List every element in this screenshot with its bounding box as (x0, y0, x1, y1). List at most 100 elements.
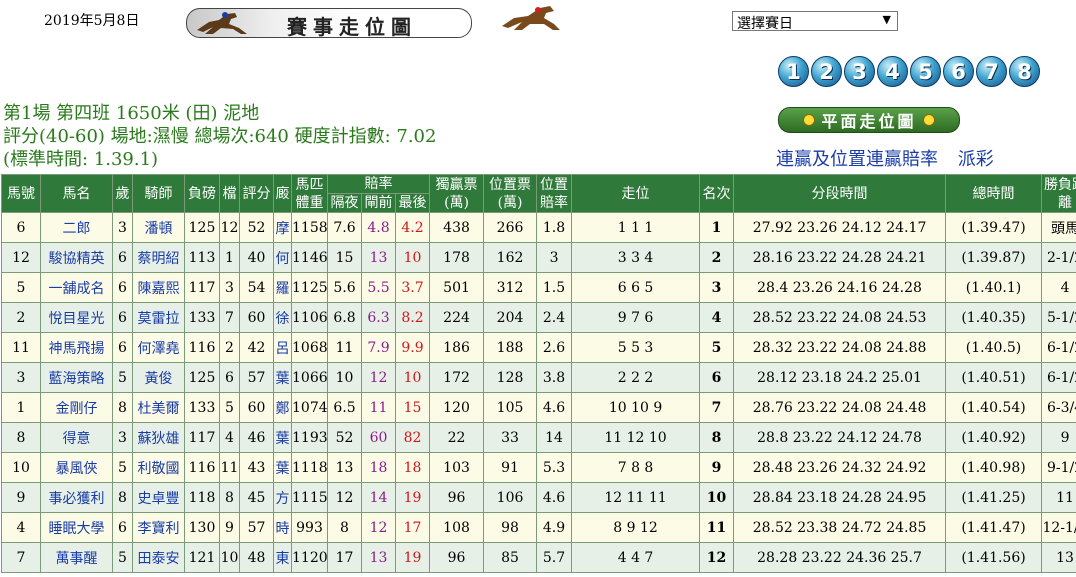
jockey-name-cell[interactable]: 潘頓 (132, 212, 185, 243)
flat-running-map-button[interactable]: 平面走位圖 (778, 107, 960, 133)
trainer-cell[interactable]: 鄭 (273, 392, 292, 423)
jockey-name-cell[interactable]: 何澤堯 (132, 332, 185, 363)
horse-name-cell[interactable]: 萬事醒 (40, 542, 113, 573)
place-pool-cell: 188 (483, 332, 538, 363)
trainer-cell[interactable]: 東 (273, 542, 292, 573)
draw-cell: 12 (219, 212, 240, 243)
win-pool-cell: 178 (429, 242, 485, 273)
trainer-cell[interactable]: 徐 (273, 302, 292, 333)
table-row: 1 金剛仔 8 杜美爾 133 5 60 鄭 1074 6.5 11 15 120 105 4.6 10 10… (1, 392, 1076, 423)
horse-name-cell[interactable]: 悅目星光 (40, 302, 113, 333)
race-5-button[interactable]: 5 (910, 56, 941, 87)
draw-cell: 2 (219, 332, 240, 363)
col-header-trainer: 廄 (273, 174, 292, 213)
trainer-cell[interactable]: 摩 (273, 212, 292, 243)
race-info-line3: (標準時間: 1.39.1) (3, 149, 159, 170)
odds-before-cell: 12 (361, 362, 396, 393)
trainer-cell[interactable]: 羅 (273, 272, 292, 303)
jockey-name-cell[interactable]: 蘇狄雄 (132, 422, 185, 453)
jockey-name-cell[interactable]: 史卓豐 (132, 482, 185, 513)
odds-last-cell: 17 (394, 512, 431, 543)
odds-last-cell: 3.7 (394, 272, 431, 303)
placing-cell: 7 (699, 392, 735, 423)
place-pool-cell: 91 (483, 452, 538, 483)
rating-cell: 42 (239, 332, 274, 363)
jockey-name-cell[interactable]: 莫雷拉 (132, 302, 185, 333)
sectional-times-cell: 27.92 23.26 24.12 24.17 (733, 212, 947, 243)
race-2-button[interactable]: 2 (811, 56, 842, 87)
jockey-name-cell[interactable]: 杜美爾 (132, 392, 185, 423)
placing-cell: 5 (699, 332, 735, 363)
table-row: 9 事必獲利 8 史卓豐 118 8 45 方 1115 12 14 19 96 106 4.6 12 11 … (1, 482, 1076, 513)
horse-name-cell[interactable]: 金剛仔 (40, 392, 113, 423)
odds-overnight-cell: 15 (327, 242, 362, 273)
trainer-cell[interactable]: 葉 (273, 452, 292, 483)
dividend-link[interactable]: 派彩 (958, 149, 994, 170)
trainer-cell[interactable]: 葉 (273, 422, 292, 453)
odds-before-cell: 13 (361, 242, 396, 273)
rating-cell: 57 (239, 512, 274, 543)
horse-name-cell[interactable]: 駿協精英 (40, 242, 113, 273)
trainer-cell[interactable]: 葉 (273, 362, 292, 393)
odds-last-cell: 19 (394, 482, 431, 513)
sectional-times-cell: 28.28 23.22 24.36 25.7 (733, 542, 947, 573)
horse-name-cell[interactable]: 一舖成名 (40, 272, 113, 303)
odds-before-cell: 6.3 (361, 302, 396, 333)
race-day-select[interactable]: 選擇賽日 ▼ (732, 11, 898, 32)
margin-cell: 9 (1041, 422, 1076, 453)
trainer-cell[interactable]: 呂 (273, 332, 292, 363)
horse-name-cell[interactable]: 事必獲利 (40, 482, 113, 513)
running-position-cell: 1 1 1 (571, 212, 701, 243)
body-weight-cell: 1115 (291, 482, 328, 513)
horse-name-cell[interactable]: 睡眠大學 (40, 512, 113, 543)
table-row: 2 悅目星光 6 莫雷拉 133 7 60 徐 1106 6.8 6.3 8.2 224 204 2.4 9 … (1, 302, 1076, 333)
body-weight-cell: 1125 (291, 272, 328, 303)
jockey-name-cell[interactable]: 陳嘉熙 (132, 272, 185, 303)
horse-name-cell[interactable]: 神馬飛揚 (40, 332, 113, 363)
margin-cell: 6-3/4 (1041, 392, 1076, 423)
jockey-name-cell[interactable]: 李寶利 (132, 512, 185, 543)
place-odds-cell: 1.8 (536, 212, 573, 243)
trainer-cell[interactable]: 何 (273, 242, 292, 273)
race-4-button[interactable]: 4 (877, 56, 908, 87)
horse-name-cell[interactable]: 暴風俠 (40, 452, 113, 483)
trainer-cell[interactable]: 方 (273, 482, 292, 513)
odds-before-cell: 4.8 (361, 212, 396, 243)
running-position-cell: 2 2 2 (571, 362, 701, 393)
horse-name-cell[interactable]: 藍海策略 (40, 362, 113, 393)
race-6-button[interactable]: 6 (943, 56, 974, 87)
placing-cell: 10 (699, 482, 735, 513)
margin-cell: 4 (1041, 272, 1076, 303)
jockey-name-cell[interactable]: 黃俊 (132, 362, 185, 393)
odds-links: 連贏及位置連贏賠率 派彩 (776, 145, 1008, 171)
table-row: 5 一舖成名 6 陳嘉熙 117 3 54 羅 1125 5.6 5.5 3.7 501 312 1.5 6 … (1, 272, 1076, 303)
odds-before-cell: 18 (361, 452, 396, 483)
running-position-cell: 7 8 8 (571, 452, 701, 483)
jockey-name-cell[interactable]: 利敬國 (132, 452, 185, 483)
margin-cell: 11 (1041, 482, 1076, 513)
horse-name-cell[interactable]: 二郎 (40, 212, 113, 243)
draw-cell: 4 (219, 422, 240, 453)
running-position-cell: 4 4 7 (571, 542, 701, 573)
body-weight-cell: 1158 (291, 212, 328, 243)
win-pool-cell: 96 (429, 482, 485, 513)
running-position-cell: 3 3 4 (571, 242, 701, 273)
odds-overnight-cell: 5.6 (327, 272, 362, 303)
trainer-cell[interactable]: 時 (273, 512, 292, 543)
carried-weight-cell: 113 (184, 242, 220, 273)
win-pool-cell: 438 (429, 212, 485, 243)
odds-before-cell: 14 (361, 482, 396, 513)
draw-cell: 1 (219, 242, 240, 273)
quinella-odds-link[interactable]: 連贏及位置連贏賠率 (776, 149, 938, 170)
jockey-name-cell[interactable]: 蔡明紹 (132, 242, 185, 273)
race-7-button[interactable]: 7 (976, 56, 1007, 87)
race-8-button[interactable]: 8 (1009, 56, 1040, 87)
place-pool-cell: 98 (483, 512, 538, 543)
race-3-button[interactable]: 3 (844, 56, 875, 87)
jockey-name-cell[interactable]: 田泰安 (132, 542, 185, 573)
col-header-sectional: 分段時間 (733, 174, 947, 213)
racehorse-icon (197, 12, 247, 34)
placing-cell: 12 (699, 542, 735, 573)
horse-name-cell[interactable]: 得意 (40, 422, 113, 453)
race-1-button[interactable]: 1 (778, 56, 809, 87)
